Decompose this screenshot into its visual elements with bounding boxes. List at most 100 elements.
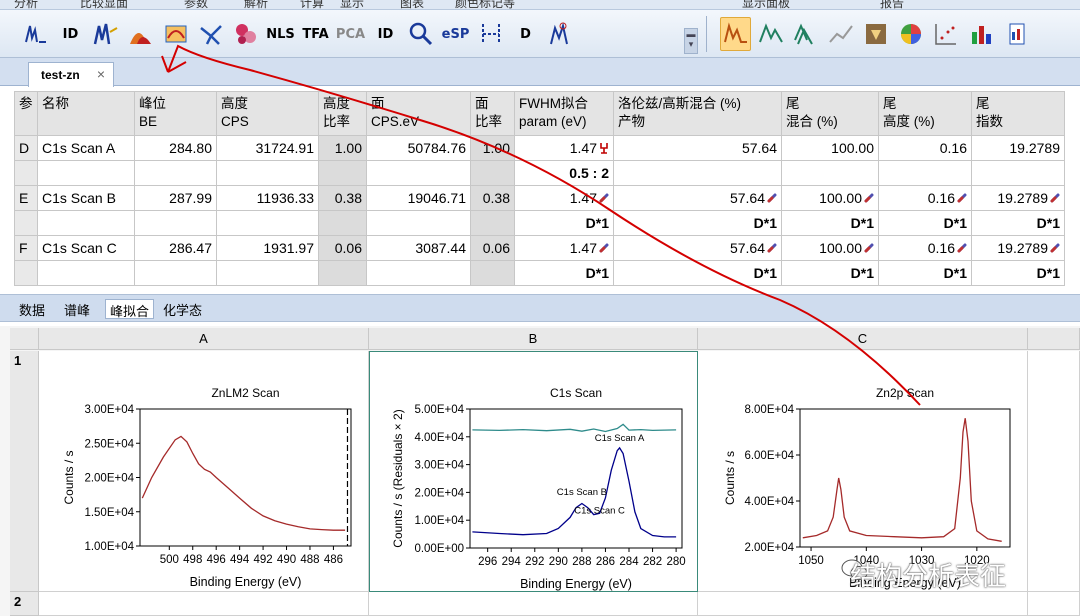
- components-icon[interactable]: [230, 17, 261, 51]
- menu-item[interactable]: 颜色标记等: [455, 0, 515, 9]
- menu-item[interactable]: 解析: [244, 0, 268, 9]
- position-cell[interactable]: 284.80: [134, 135, 217, 161]
- height-cell[interactable]: 31724.91: [216, 135, 319, 161]
- id-button[interactable]: ID: [55, 17, 86, 51]
- column-header[interactable]: 尾高度 (%): [878, 91, 972, 136]
- tab-data[interactable]: 数据: [15, 299, 49, 319]
- empty-cell[interactable]: [39, 592, 369, 616]
- molecule-icon[interactable]: [195, 17, 226, 51]
- tab-peaks[interactable]: 谱峰: [60, 299, 94, 319]
- area-cell[interactable]: 3087.44: [366, 235, 471, 261]
- close-icon[interactable]: ×: [97, 66, 105, 82]
- column-header-b[interactable]: B: [369, 328, 698, 350]
- tail-height-cell[interactable]: 0.16: [878, 235, 972, 261]
- fwhm-constraint-cell[interactable]: 0.5 : 2: [514, 160, 614, 186]
- height-cell[interactable]: 11936.33: [216, 185, 319, 211]
- empty-cell[interactable]: [369, 592, 698, 616]
- lg-constraint-cell[interactable]: D*1: [613, 260, 782, 286]
- menu-item[interactable]: 计算: [300, 0, 324, 9]
- tail-mix-constraint-cell[interactable]: D*1: [781, 260, 879, 286]
- scatter-view-icon[interactable]: [930, 17, 961, 51]
- position-cell[interactable]: 287.99: [134, 185, 217, 211]
- identify-button[interactable]: ID: [370, 17, 401, 51]
- peak-name-cell[interactable]: C1s Scan A: [37, 135, 135, 161]
- tag-view-icon[interactable]: [860, 17, 891, 51]
- menu-item[interactable]: 显示面板: [742, 0, 790, 9]
- lg-mix-cell[interactable]: 57.64: [613, 235, 782, 261]
- lg-constraint-cell[interactable]: [613, 160, 782, 186]
- lg-constraint-cell[interactable]: D*1: [613, 210, 782, 236]
- column-header[interactable]: 峰位 BE: [134, 91, 217, 136]
- document-tab[interactable]: test-zn ×: [28, 62, 114, 87]
- position-cell[interactable]: 286.47: [134, 235, 217, 261]
- row-header-1[interactable]: 1: [10, 351, 39, 592]
- lg-mix-cell[interactable]: 57.64: [613, 135, 782, 161]
- column-header-a[interactable]: A: [39, 328, 369, 350]
- tail-mix-constraint-cell[interactable]: D*1: [781, 210, 879, 236]
- menu-item[interactable]: 参数: [184, 0, 208, 9]
- fwhm-cell[interactable]: 1.47: [514, 135, 614, 161]
- fwhm-constraint-cell[interactable]: D*1: [514, 260, 614, 286]
- tail-exponent-constraint-cell[interactable]: D*1: [971, 260, 1065, 286]
- search-spectrum-icon[interactable]: [405, 17, 436, 51]
- tail-exponent-constraint-cell[interactable]: D*1: [971, 210, 1065, 236]
- spectrum-cell-zn-lmm[interactable]: ZnLM2 Scan 500 498 496 494 492 490 488 486 1.00E+…: [39, 351, 369, 592]
- height-cell[interactable]: 1931.97: [216, 235, 319, 261]
- spectrum-view-icon[interactable]: [720, 17, 751, 51]
- menu-item[interactable]: 分析: [14, 0, 38, 9]
- column-header[interactable]: 参: [14, 91, 38, 136]
- peak-name-cell[interactable]: C1s Scan C: [37, 235, 135, 261]
- column-header[interactable]: 高度 CPS: [216, 91, 319, 136]
- lg-mix-cell[interactable]: 57.64: [613, 185, 782, 211]
- column-header[interactable]: 面比率: [470, 91, 515, 136]
- tail-exponent-cell[interactable]: 19.2789: [971, 235, 1065, 261]
- row-header-2[interactable]: 2: [10, 592, 39, 616]
- spectrum-cell-c1s[interactable]: C1s Scan 296 294 292 290 288 286 284 282 280 0.00E…: [369, 351, 698, 592]
- row-id[interactable]: D: [14, 135, 38, 161]
- toolbar-overflow-button[interactable]: ▬ ▾: [684, 28, 698, 54]
- fwhm-cell[interactable]: 1.47: [514, 235, 614, 261]
- fwhm-constraint-cell[interactable]: D*1: [514, 210, 614, 236]
- empty-cell[interactable]: [1028, 351, 1080, 592]
- column-header[interactable]: 面 CPS.eV: [366, 91, 471, 136]
- color-wheel-icon[interactable]: [895, 17, 926, 51]
- marker-icon[interactable]: [545, 17, 576, 51]
- pca-button[interactable]: PCA: [335, 17, 366, 51]
- tab-peak-fit[interactable]: 峰拟合: [105, 299, 155, 319]
- tail-mix-cell[interactable]: 100.00: [781, 135, 879, 161]
- tail-exponent-constraint-cell[interactable]: [971, 160, 1065, 186]
- peak-fit-icon[interactable]: [90, 17, 121, 51]
- menu-item[interactable]: 图表: [400, 0, 424, 9]
- tail-height-cell[interactable]: 0.16: [878, 135, 972, 161]
- column-header[interactable]: 尾指数: [971, 91, 1065, 136]
- menu-item[interactable]: 比较显面: [80, 0, 128, 9]
- column-header[interactable]: 名称: [37, 91, 135, 136]
- sheet-corner[interactable]: [10, 328, 39, 350]
- bar-chart-icon[interactable]: [965, 17, 996, 51]
- column-header[interactable]: 高度 比率: [318, 91, 367, 136]
- tfa-button[interactable]: TFA: [300, 17, 331, 51]
- row-id[interactable]: E: [14, 185, 38, 211]
- stack-view-icon[interactable]: [790, 17, 821, 51]
- area-cell[interactable]: 19046.71: [366, 185, 471, 211]
- column-header[interactable]: 洛伦兹/高斯混合 (%) 产物: [613, 91, 782, 136]
- empty-cell[interactable]: [1028, 592, 1080, 616]
- tail-height-constraint-cell[interactable]: D*1: [878, 260, 972, 286]
- nls-button[interactable]: NLS: [265, 17, 296, 51]
- tail-mix-constraint-cell[interactable]: [781, 160, 879, 186]
- tail-exponent-cell[interactable]: 19.2789: [971, 185, 1065, 211]
- row-id[interactable]: F: [14, 235, 38, 261]
- peak-name-cell[interactable]: C1s Scan B: [37, 185, 135, 211]
- spectrum-tool-icon[interactable]: [20, 17, 51, 51]
- column-header-empty[interactable]: [1028, 328, 1080, 350]
- peak-area-icon[interactable]: [125, 17, 156, 51]
- column-header[interactable]: FWHM拟合 param (eV): [514, 91, 614, 136]
- tail-height-constraint-cell[interactable]: [878, 160, 972, 186]
- tail-mix-cell[interactable]: 100.00: [781, 235, 879, 261]
- tail-exponent-cell[interactable]: 19.2789: [971, 135, 1065, 161]
- quantify-icon[interactable]: [160, 17, 191, 51]
- overlay-view-icon[interactable]: [755, 17, 786, 51]
- tail-height-cell[interactable]: 0.16: [878, 185, 972, 211]
- menu-item[interactable]: 报告: [880, 0, 904, 9]
- esp-button[interactable]: eSP: [440, 17, 471, 51]
